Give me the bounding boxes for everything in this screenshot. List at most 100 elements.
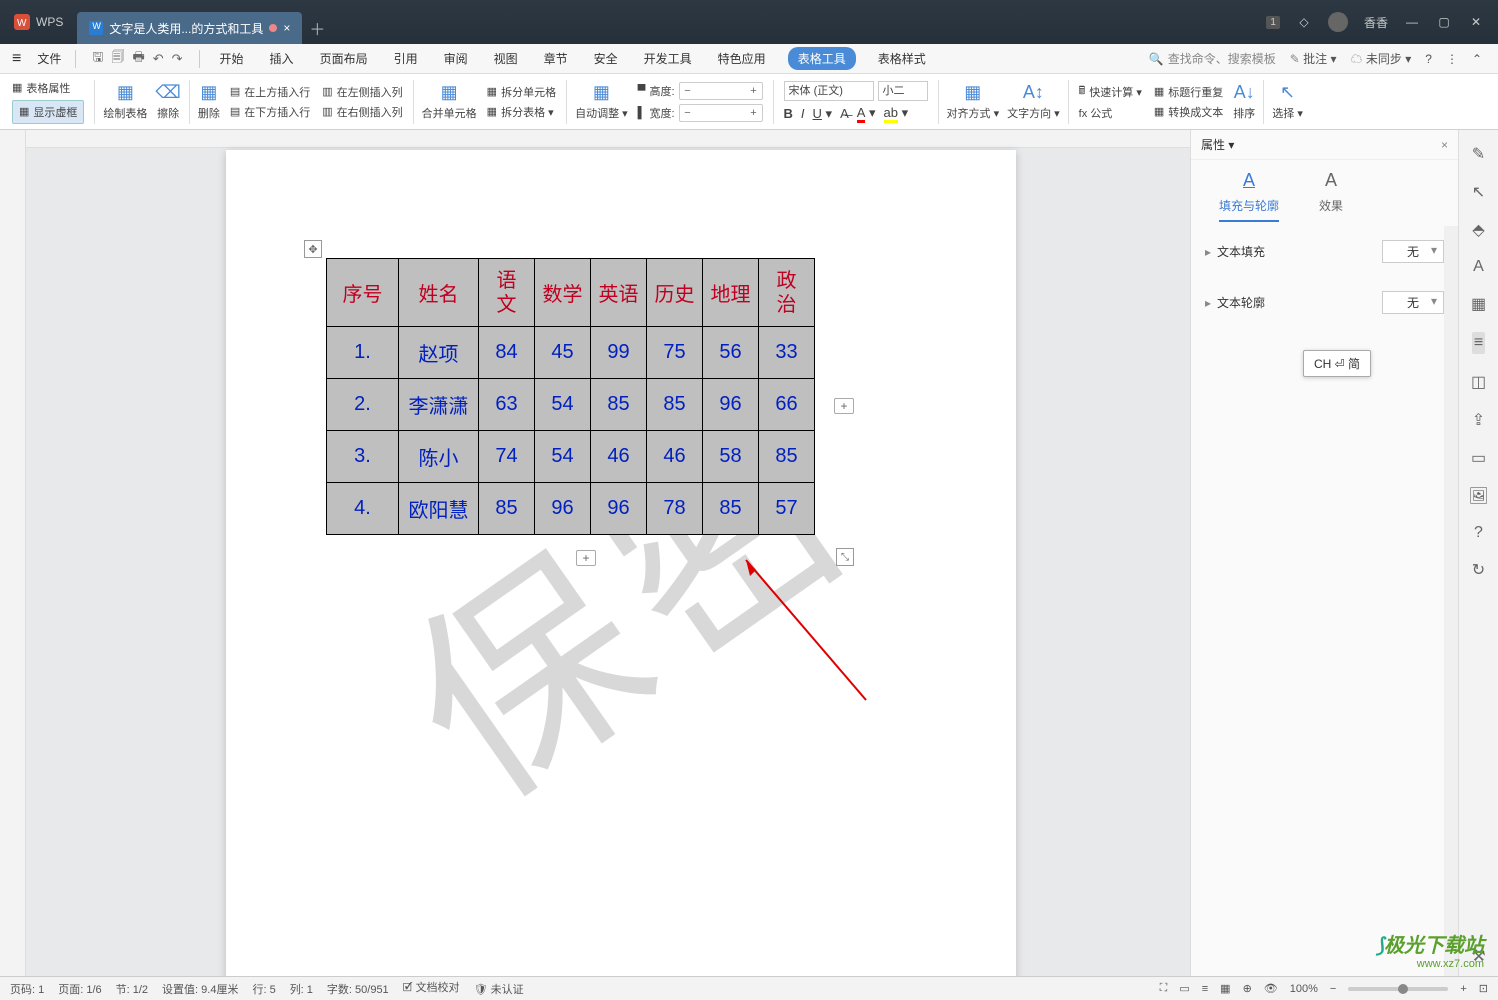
- sync-button[interactable]: ☁ 未同步 ▾: [1351, 50, 1412, 67]
- add-row-button[interactable]: +: [576, 550, 596, 566]
- insert-col-right[interactable]: ▥ 在右侧插入列: [322, 104, 402, 120]
- height-minus[interactable]: −: [680, 85, 696, 97]
- select-button[interactable]: ↖选择 ▾: [1268, 80, 1307, 123]
- split-table-button[interactable]: ▦ 拆分表格 ▾: [487, 104, 556, 120]
- eye-icon[interactable]: 👁: [1264, 982, 1278, 995]
- italic-button[interactable]: I: [801, 106, 805, 121]
- font-color-button[interactable]: A ▾: [857, 105, 876, 123]
- tab-start[interactable]: 开始: [216, 47, 248, 70]
- erase-button[interactable]: ⌫擦除: [151, 80, 184, 123]
- underline-button[interactable]: U ▾: [813, 106, 833, 122]
- quick-calc-button[interactable]: 🖩 快速计算 ▾: [1079, 82, 1142, 101]
- zoom-slider[interactable]: [1348, 987, 1448, 991]
- status-page[interactable]: 页面: 1/6: [58, 981, 101, 997]
- convert-to-text-button[interactable]: ▦ 转换成文本: [1154, 104, 1223, 120]
- strike-button[interactable]: A̶: [840, 106, 849, 121]
- view-outline-icon[interactable]: ≡: [1202, 983, 1208, 995]
- font-name-combo[interactable]: 宋体 (正文): [784, 81, 874, 101]
- width-plus[interactable]: +: [746, 107, 762, 119]
- fit-icon[interactable]: ⊡: [1479, 982, 1488, 995]
- zoom-out-icon[interactable]: −: [1330, 983, 1336, 995]
- add-column-button[interactable]: +: [834, 398, 854, 414]
- tab-security[interactable]: 安全: [590, 47, 622, 70]
- panel-scrollbar[interactable]: [1444, 226, 1458, 976]
- edit-tool-icon[interactable]: ✎: [1472, 144, 1485, 164]
- panel-title[interactable]: 属性 ▾: [1201, 136, 1234, 153]
- tab-close-icon[interactable]: ×: [283, 21, 290, 35]
- col-width-control[interactable]: ▌ 宽度: −+: [638, 104, 763, 122]
- text-direction-button[interactable]: A↕文字方向 ▾: [1003, 80, 1064, 123]
- view-read-icon[interactable]: ⊕: [1243, 982, 1252, 995]
- header-cell[interactable]: 英语: [591, 259, 647, 327]
- layer-icon[interactable]: ◫: [1471, 372, 1486, 392]
- command-search[interactable]: 🔍 查找命令、搜索模板: [1149, 50, 1276, 67]
- fill-dropdown[interactable]: 无: [1382, 240, 1444, 263]
- zoom-value[interactable]: 100%: [1290, 983, 1318, 995]
- help-icon[interactable]: ?: [1425, 52, 1432, 66]
- history-icon[interactable]: ↻: [1472, 560, 1485, 580]
- formula-button[interactable]: fx 公式: [1079, 105, 1142, 121]
- notification-badge[interactable]: 1: [1266, 16, 1280, 29]
- hamburger-icon[interactable]: ≡: [8, 50, 25, 68]
- settings-icon[interactable]: ≡: [1472, 332, 1485, 354]
- user-avatar-icon[interactable]: [1328, 12, 1348, 32]
- align-button[interactable]: ▦对齐方式 ▾: [943, 80, 1004, 123]
- bold-button[interactable]: B: [784, 106, 793, 121]
- highlight-button[interactable]: ab ▾: [884, 105, 909, 123]
- tab-review[interactable]: 审阅: [440, 47, 472, 70]
- width-input[interactable]: [696, 107, 746, 119]
- data-table[interactable]: 序号 姓名 语文 数学 英语 历史 地理 政治 1.赵项844599755633…: [326, 258, 815, 535]
- width-minus[interactable]: −: [680, 107, 696, 119]
- table-properties-button[interactable]: ▦ 表格属性: [12, 80, 84, 96]
- header-cell[interactable]: 地理: [703, 259, 759, 327]
- close-icon[interactable]: ✕: [1468, 14, 1484, 30]
- minimize-icon[interactable]: —: [1404, 14, 1420, 30]
- height-input[interactable]: [696, 85, 746, 97]
- new-tab-button[interactable]: ＋: [302, 16, 332, 40]
- document-tab[interactable]: 文字是人类用...的方式和工具 ×: [77, 12, 302, 44]
- tab-table-tools[interactable]: 表格工具: [788, 47, 856, 70]
- clipboard-icon[interactable]: ▭: [1471, 448, 1486, 468]
- select-tool-icon[interactable]: ↖: [1472, 182, 1485, 202]
- tab-reference[interactable]: 引用: [390, 47, 422, 70]
- text-icon[interactable]: A: [1473, 258, 1484, 276]
- redo-icon[interactable]: ↷: [172, 51, 183, 67]
- table-resize-handle-icon[interactable]: ⤡: [836, 548, 854, 566]
- merge-cells-button[interactable]: ▦合并单元格: [418, 80, 481, 123]
- undo-icon[interactable]: ↶: [153, 51, 164, 67]
- header-cell[interactable]: 序号: [327, 259, 399, 327]
- panel-close-icon[interactable]: ×: [1441, 138, 1448, 152]
- panel-tab-effect[interactable]: A效果: [1319, 170, 1343, 222]
- skin-icon[interactable]: ◇: [1296, 14, 1312, 30]
- panel-tab-fill[interactable]: A填充与轮廓: [1219, 170, 1279, 222]
- status-page-no[interactable]: 页码: 1: [10, 981, 44, 997]
- vertical-ruler[interactable]: [0, 130, 26, 976]
- header-cell[interactable]: 历史: [647, 259, 703, 327]
- view-print-icon[interactable]: ▭: [1179, 982, 1189, 995]
- grid-icon[interactable]: ▦: [1471, 294, 1486, 314]
- height-plus[interactable]: +: [746, 85, 762, 97]
- insert-row-above[interactable]: ▤ 在上方插入行: [230, 84, 310, 100]
- sort-button[interactable]: A↓排序: [1229, 80, 1259, 123]
- autofit-button[interactable]: ▦自动调整 ▾: [571, 80, 632, 123]
- image-icon[interactable]: 🖼: [1468, 486, 1488, 506]
- fullscreen-icon[interactable]: ⛶: [1160, 982, 1168, 995]
- zoom-in-icon[interactable]: +: [1460, 983, 1466, 995]
- print-icon[interactable]: 🖶: [132, 48, 144, 70]
- style-icon[interactable]: ⬘: [1472, 220, 1484, 240]
- outline-dropdown[interactable]: 无: [1382, 291, 1444, 314]
- draw-table-button[interactable]: ▦绘制表格: [99, 80, 151, 123]
- insert-row-below[interactable]: ▤ 在下方插入行: [230, 104, 310, 120]
- header-cell[interactable]: 语文: [479, 259, 535, 327]
- status-section[interactable]: 节: 1/2: [116, 981, 148, 997]
- expand-icon[interactable]: ▸: [1205, 245, 1211, 259]
- collapse-icon[interactable]: ⌃: [1472, 52, 1482, 66]
- insert-col-left[interactable]: ▥ 在左侧插入列: [322, 84, 402, 100]
- row-height-control[interactable]: ▀ 高度: −+: [638, 82, 763, 100]
- show-grid-toggle[interactable]: ▦ 显示虚框: [12, 100, 84, 124]
- header-cell[interactable]: 数学: [535, 259, 591, 327]
- tab-view[interactable]: 视图: [490, 47, 522, 70]
- tab-dev-tools[interactable]: 开发工具: [640, 47, 696, 70]
- text-outline-row[interactable]: ▸文本轮廓无: [1191, 277, 1458, 328]
- help-tool-icon[interactable]: ?: [1474, 524, 1483, 542]
